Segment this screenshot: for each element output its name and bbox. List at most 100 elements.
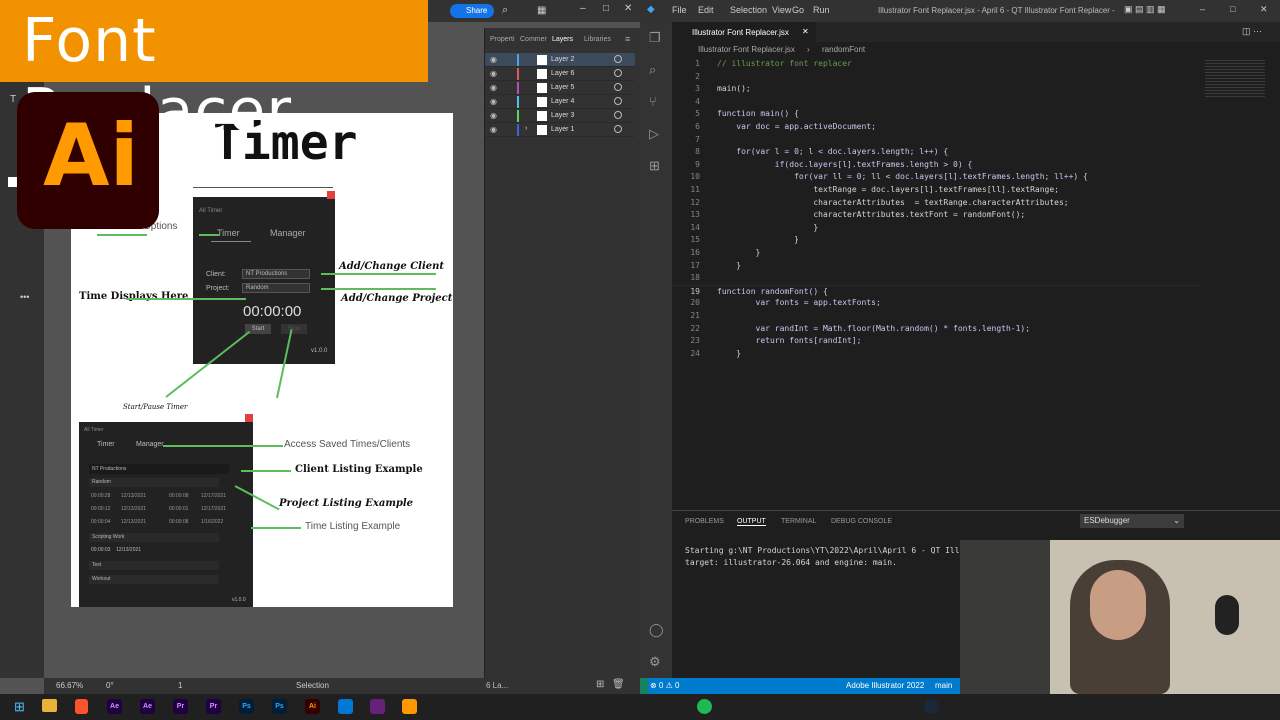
tab-comments[interactable]: Commer [520, 36, 547, 43]
close-icon[interactable]: ✕ [624, 3, 632, 14]
panel-tab[interactable]: PROBLEMS [685, 518, 724, 525]
file-explorer-icon[interactable] [42, 699, 57, 712]
artboard-number[interactable]: 1 [178, 681, 182, 690]
panel-tab[interactable]: TERMINAL [781, 518, 816, 525]
menu-item[interactable]: File [672, 5, 687, 15]
menu-item[interactable]: Go [792, 5, 804, 15]
search-icon[interactable]: ⌕ [502, 4, 508, 17]
panel-menu-icon[interactable]: ≡ [625, 34, 630, 44]
type-tool-icon[interactable]: T [10, 94, 16, 105]
vs-close-icon[interactable]: ✕ [1260, 4, 1268, 15]
tab-close-icon[interactable]: ✕ [802, 27, 809, 36]
timer-panel-mock: All Timer Timer Manager Client: NT Produ… [193, 191, 335, 364]
share-button[interactable]: Share [450, 4, 494, 18]
arrange-icon[interactable]: ▦ [537, 5, 546, 16]
taskbar-app-icon[interactable]: Ae [107, 699, 122, 714]
source-control-icon[interactable]: ⑂ [649, 94, 657, 109]
vs-maximize-icon[interactable]: □ [1230, 4, 1235, 14]
layer-count: 6 La... [486, 681, 509, 690]
run-debug-icon[interactable]: ▷ [649, 126, 659, 142]
editor-tab-active[interactable]: Illustrator Font Replacer.jsx ✕ [672, 22, 816, 42]
target-circle-icon[interactable] [614, 125, 622, 133]
explorer-icon[interactable]: ❐ [649, 30, 661, 46]
visibility-eye-icon[interactable]: ◉ [490, 97, 497, 106]
line-number: 12 [690, 197, 700, 207]
target-circle-icon[interactable] [614, 97, 622, 105]
layer-row[interactable]: ◉ Layer 4 [485, 95, 635, 109]
output-channel-select[interactable]: ESDebugger ⌄ [1080, 514, 1184, 528]
layout-icon[interactable]: ▣ ▤ ▥ ▦ [1124, 4, 1166, 15]
account-icon[interactable]: ◯ [649, 622, 664, 638]
search-icon[interactable]: ⌕ [649, 62, 656, 78]
new-layer-icon[interactable]: ⊞ [596, 679, 604, 690]
code-text: var doc = app.activeDocument; [717, 122, 876, 131]
delete-layer-icon[interactable]: 🗑 [612, 679, 625, 690]
brave-icon[interactable] [75, 699, 88, 714]
panel-tab[interactable]: DEBUG CONSOLE [831, 518, 892, 525]
target-circle-icon[interactable] [614, 83, 622, 91]
mgr-project3-name: Test [92, 562, 102, 568]
layer-row[interactable]: ◉ Layer 6 [485, 67, 635, 81]
breadcrumb: Illustrator Font Replacer.jsx › randomFo… [672, 42, 1280, 58]
start-icon[interactable]: ⊞ [14, 699, 25, 715]
menu-item[interactable]: Run [813, 5, 830, 15]
status-target[interactable]: Adobe Illustrator 2022 [846, 681, 924, 690]
layer-thumbnail [537, 125, 547, 135]
manager-panel-mock: All Timer Timer Manager NT Productions R… [79, 414, 253, 607]
taskbar-app-icon[interactable]: Pr [206, 699, 221, 714]
taskbar-app-icon[interactable]: Ps [239, 699, 254, 714]
visibility-eye-icon[interactable]: ◉ [490, 55, 497, 64]
code-text: for(var l = 0; l < doc.layers.length; l+… [717, 147, 949, 157]
project-select: Random [242, 283, 310, 293]
layer-row[interactable]: ◉ Layer 3 [485, 109, 635, 123]
taskbar-app-icon[interactable]: Pr [173, 699, 188, 714]
expand-chevron-icon[interactable]: › [525, 125, 527, 132]
extensions-icon[interactable]: ⊞ [649, 158, 660, 174]
timer-close-icon [327, 191, 335, 199]
layer-row[interactable]: ◉ › Layer 1 [485, 123, 635, 137]
taskbar-app-icon[interactable]: Ps [272, 699, 287, 714]
rotation-value[interactable]: 0° [106, 681, 114, 690]
remote-indicator[interactable] [640, 678, 648, 694]
more-tools-icon[interactable]: ••• [20, 292, 29, 302]
vscode-taskbar-icon[interactable] [338, 699, 353, 714]
line-number: 4 [695, 96, 700, 106]
target-circle-icon[interactable] [614, 111, 622, 119]
breadcrumb-symbol[interactable]: randomFont [822, 45, 865, 54]
visibility-eye-icon[interactable]: ◉ [490, 69, 497, 78]
menu-item[interactable]: Edit [698, 5, 714, 15]
code-editor[interactable]: 1// illustrator font replacer 2 3 main(); 4 5… [672, 58, 1202, 508]
tab-libraries[interactable]: Libraries [584, 36, 611, 43]
menu-item[interactable]: View [772, 5, 791, 15]
visibility-eye-icon[interactable]: ◉ [490, 83, 497, 92]
layer-color-bar [517, 54, 519, 66]
tab-layers[interactable]: Layers [552, 36, 573, 43]
sublime-icon[interactable] [402, 699, 417, 714]
target-circle-icon[interactable] [614, 69, 622, 77]
panel-tab[interactable]: OUTPUT [737, 518, 766, 526]
taskbar-app-icon[interactable]: Ae [140, 699, 155, 714]
layer-row[interactable]: ◉ Layer 2 [485, 53, 635, 67]
spotify-icon[interactable] [697, 699, 712, 714]
vs-minimize-icon[interactable]: – [1200, 4, 1205, 14]
tab-properties[interactable]: Properti [490, 36, 515, 43]
code-line: 23 return fonts[randInt]; [672, 335, 1202, 348]
visual-studio-icon[interactable] [370, 699, 385, 714]
steam-icon[interactable] [924, 699, 939, 714]
status-engine[interactable]: main [935, 681, 952, 690]
taskbar-app-icon[interactable]: Ai [305, 699, 320, 714]
target-circle-icon[interactable] [614, 55, 622, 63]
settings-gear-icon[interactable]: ⚙ [649, 654, 661, 670]
client-select-value: NT Productions [246, 271, 288, 277]
breadcrumb-file[interactable]: Illustrator Font Replacer.jsx [698, 45, 795, 54]
visibility-eye-icon[interactable]: ◉ [490, 111, 497, 120]
layer-row[interactable]: ◉ Layer 5 [485, 81, 635, 95]
minimize-icon[interactable]: – [580, 3, 586, 14]
split-editor-icon[interactable]: ◫ ··· [1242, 26, 1262, 37]
visibility-eye-icon[interactable]: ◉ [490, 125, 497, 134]
timer-version: v1.0.0 [311, 348, 328, 354]
menu-item[interactable]: Selection [730, 5, 767, 15]
problems-count[interactable]: ⊗ 0 ⚠ 0 [650, 681, 679, 690]
maximize-icon[interactable]: □ [603, 3, 609, 14]
zoom-level[interactable]: 66.67% [56, 681, 83, 690]
